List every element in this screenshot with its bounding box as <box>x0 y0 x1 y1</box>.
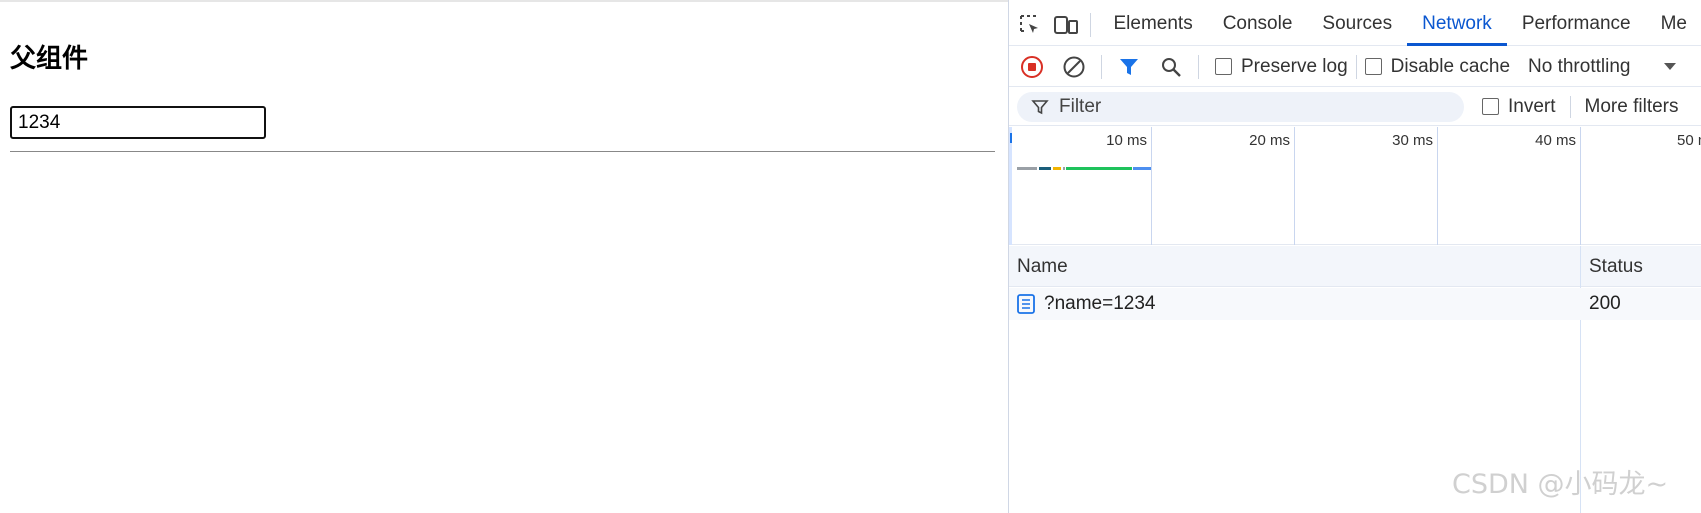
timeline-tick: 50 ms <box>1677 132 1701 149</box>
toolbar-separator <box>1355 54 1357 79</box>
timeline-interval: 30 ms <box>1295 127 1438 245</box>
network-overview-timeline[interactable]: 10 ms 20 ms 30 ms 40 ms 50 ms <box>1009 127 1701 245</box>
timeline-tick: 30 ms <box>1392 132 1433 149</box>
table-row[interactable]: ?name=1234 200 <box>1009 288 1701 320</box>
throttling-select[interactable]: No throttling <box>1528 56 1630 78</box>
screen: 父组件 Elements Console Sources Network Per… <box>0 0 1701 513</box>
web-page: 父组件 <box>0 0 1007 513</box>
document-icon <box>1017 294 1035 320</box>
checkbox-box[interactable] <box>1482 98 1499 115</box>
invert-label: Invert <box>1508 95 1556 117</box>
clear-icon[interactable] <box>1055 49 1093 85</box>
tab-memory[interactable]: Me <box>1646 4 1701 46</box>
filter-placeholder: Filter <box>1059 95 1102 117</box>
watermark: CSDN @小码龙~ <box>1452 469 1669 500</box>
tab-elements[interactable]: Elements <box>1099 4 1208 46</box>
tab-console[interactable]: Console <box>1208 4 1308 46</box>
waterfall-stalled-bar <box>1039 167 1051 170</box>
chevron-down-icon[interactable] <box>1664 63 1677 70</box>
tab-separator <box>1089 12 1091 37</box>
checkbox-box[interactable] <box>1364 58 1382 75</box>
column-name[interactable]: Name <box>1017 256 1068 278</box>
divider <box>10 151 995 152</box>
name-input[interactable] <box>10 106 266 139</box>
disable-cache-checkbox[interactable]: Disable cache <box>1364 55 1511 78</box>
requests-table-header: Name Status <box>1009 246 1701 287</box>
toolbar-separator <box>1198 54 1199 79</box>
invert-checkbox[interactable]: Invert <box>1482 96 1556 118</box>
request-status: 200 <box>1589 293 1621 314</box>
timeline-interval: 40 ms <box>1438 127 1581 245</box>
waterfall-ttfb-bar <box>1066 167 1132 170</box>
inspect-element-icon[interactable] <box>1015 7 1045 43</box>
device-toolbar-icon[interactable] <box>1051 7 1081 43</box>
devtools-panel: Elements Console Sources Network Perform… <box>1008 0 1701 513</box>
page-heading: 父组件 <box>10 44 89 74</box>
waterfall-queue-bar <box>1017 167 1037 170</box>
timeline-interval: 10 ms <box>1009 127 1152 245</box>
record-stop-icon[interactable] <box>1013 49 1051 85</box>
preserve-log-label: Preserve log <box>1241 55 1348 77</box>
timeline-tick: 10 ms <box>1106 132 1147 149</box>
waterfall-ssl-bar <box>1053 167 1061 170</box>
preserve-log-checkbox[interactable]: Preserve log <box>1215 56 1348 78</box>
network-toolbar: Preserve log Disable cache No throttling <box>1009 47 1701 87</box>
tab-network[interactable]: Network <box>1407 4 1507 46</box>
timeline-interval: 50 ms <box>1581 127 1701 245</box>
filter-funnel-icon[interactable] <box>1110 49 1148 85</box>
devtools-tabbar: Elements Console Sources Network Perform… <box>1009 4 1701 46</box>
search-icon[interactable] <box>1152 49 1190 85</box>
tab-performance[interactable]: Performance <box>1507 4 1646 46</box>
toolbar-separator <box>1101 54 1102 79</box>
timeline-interval: 20 ms <box>1152 127 1295 245</box>
more-filters-button[interactable]: More filters <box>1569 95 1679 118</box>
disable-cache-label: Disable cache <box>1390 55 1511 77</box>
waterfall-download-bar <box>1133 167 1151 170</box>
timeline-tick: 40 ms <box>1535 132 1576 149</box>
filter-input[interactable]: Filter <box>1017 91 1464 122</box>
waterfall-send-bar <box>1063 167 1065 170</box>
column-status[interactable]: Status <box>1589 256 1643 278</box>
timeline-tick: 20 ms <box>1249 132 1290 149</box>
tab-sources[interactable]: Sources <box>1307 4 1407 46</box>
filter-bar: Filter Invert More filters <box>1009 88 1701 126</box>
request-name: ?name=1234 <box>1044 293 1156 314</box>
funnel-icon <box>1031 98 1049 116</box>
checkbox-box[interactable] <box>1215 58 1232 75</box>
